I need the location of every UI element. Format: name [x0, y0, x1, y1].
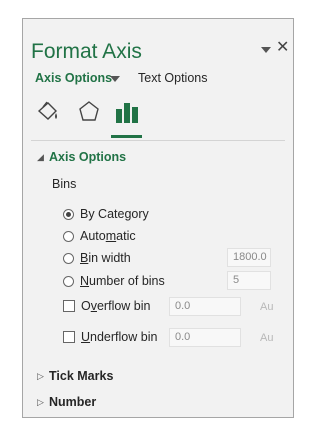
bin-width-option[interactable]: Bin width: [63, 250, 131, 266]
section-label: Tick Marks: [49, 369, 114, 383]
close-icon[interactable]: ✕: [276, 40, 290, 56]
pane-options-icon[interactable]: [260, 45, 272, 55]
section-number[interactable]: ▷ Number: [37, 395, 96, 409]
number-of-bins-label[interactable]: Number of bins: [80, 274, 165, 288]
overflow-bin-input[interactable]: 0.0: [169, 297, 241, 316]
bin-width-label[interactable]: Bin width: [80, 251, 131, 265]
axis-options-icon[interactable]: [114, 99, 140, 125]
bin-width-input[interactable]: 1800.0: [227, 248, 271, 267]
tab-axis-options[interactable]: Axis Options: [35, 71, 112, 85]
automatic-radio[interactable]: [63, 230, 74, 242]
overflow-bin-label[interactable]: Overflow bin: [81, 299, 150, 313]
tab-text-options[interactable]: Text Options: [138, 71, 207, 85]
divider: [31, 140, 285, 141]
section-axis-options[interactable]: ◢ Axis Options: [37, 150, 126, 164]
underflow-bin-checkbox[interactable]: [63, 331, 75, 343]
section-label: Number: [49, 395, 97, 409]
number-of-bins-option[interactable]: Number of bins: [63, 273, 165, 289]
overflow-bin-option[interactable]: Overflow bin: [63, 298, 150, 314]
active-category-indicator: [111, 135, 142, 138]
by-category-radio[interactable]: [63, 208, 74, 220]
by-category-label[interactable]: By Category: [80, 207, 149, 221]
bins-label: Bins: [52, 177, 77, 191]
section-label: Axis Options: [49, 150, 127, 164]
number-of-bins-radio[interactable]: [63, 275, 74, 287]
overflow-auto-label: Au: [260, 301, 274, 313]
expand-triangle-icon: ▷: [37, 397, 44, 407]
bin-width-radio[interactable]: [63, 252, 74, 264]
automatic-label[interactable]: Automatic: [80, 229, 136, 243]
underflow-bin-option[interactable]: Underflow bin: [63, 329, 157, 345]
collapse-triangle-icon: ◢: [37, 152, 44, 162]
effects-icon[interactable]: [76, 99, 102, 125]
underflow-auto-label: Au: [260, 332, 274, 344]
number-of-bins-input[interactable]: 5: [227, 271, 271, 290]
overflow-bin-checkbox[interactable]: [63, 300, 75, 312]
underflow-bin-label[interactable]: Underflow bin: [81, 330, 157, 344]
section-tick-marks[interactable]: ▷ Tick Marks: [37, 369, 113, 383]
underflow-bin-input[interactable]: 0.0: [169, 328, 241, 347]
pane-title: Format Axis: [31, 40, 142, 63]
by-category-option[interactable]: By Category: [63, 206, 149, 222]
automatic-option[interactable]: Automatic: [63, 228, 136, 244]
expand-triangle-icon: ▷: [37, 371, 44, 381]
chevron-down-icon[interactable]: [110, 75, 120, 83]
format-axis-pane: Format Axis ✕ Axis Options Text Options …: [22, 18, 294, 418]
fill-line-icon[interactable]: [35, 99, 61, 125]
